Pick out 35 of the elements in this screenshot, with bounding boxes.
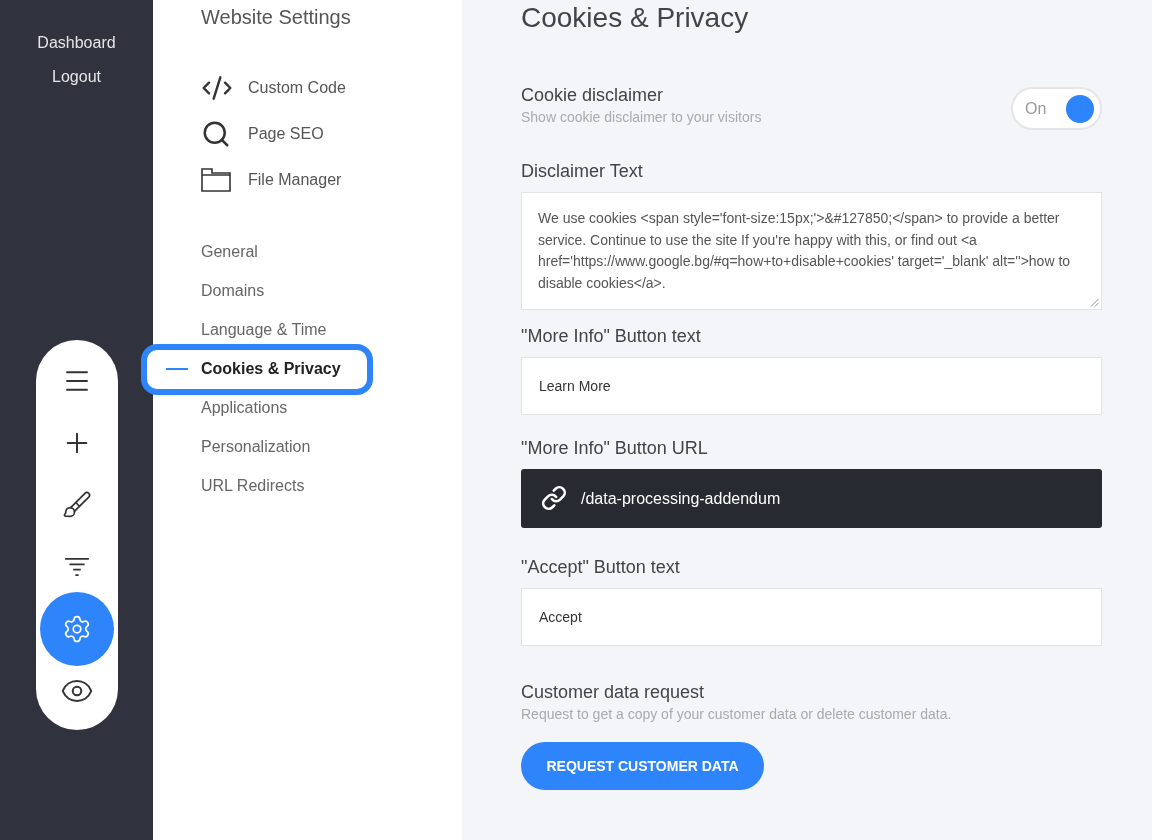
sidebar-link[interactable]: Logout	[52, 65, 101, 89]
text-input-field[interactable]: Accept	[521, 588, 1102, 646]
request-data-button[interactable]: REQUEST CUSTOMER DATA	[521, 742, 764, 790]
text-input-field[interactable]: Learn More	[521, 357, 1102, 415]
panel-title: Website Settings	[201, 5, 352, 30]
search-icon	[201, 119, 231, 149]
settings-nav-item[interactable]: URL Redirects	[201, 473, 305, 499]
settings-nav-item[interactable]: Language & Time	[201, 317, 327, 343]
setting-description: Show cookie disclaimer to your visitors	[521, 108, 762, 127]
filter-icon	[63, 557, 90, 577]
settings-tool-item[interactable]: Custom Code	[201, 65, 346, 111]
setting-description: Request to get a copy of your customer data or delete customer data.	[521, 705, 952, 724]
settings-tool-item[interactable]: Page SEO	[201, 111, 324, 157]
settings-nav-item[interactable]: General	[201, 239, 258, 265]
settings-tool-item[interactable]: File Manager	[201, 157, 342, 203]
folder-icon	[201, 168, 231, 192]
field-label: "More Info" Button text	[521, 325, 702, 348]
page-title: Cookies & Privacy	[521, 1, 750, 35]
setting-label: Customer data request	[521, 681, 705, 704]
dash-icon	[166, 368, 188, 370]
field-label: "Accept" Button text	[521, 556, 681, 579]
link-icon	[541, 485, 567, 511]
settings-nav-item[interactable]: Personalization	[201, 434, 311, 460]
setting-label: Cookie disclaimer	[521, 84, 665, 107]
field-label: Disclaimer Text	[521, 160, 644, 183]
field-label: "More Info" Button URL	[521, 437, 709, 460]
toggle-knob	[1066, 94, 1094, 123]
disclaimer-text-field[interactable]: We use cookies <span style='font-size:15px;'>&#127850;</span> to provide a better service. Continue to use the site If you're happy with this, or find out <a href='https://www.google.bg/#q=how+to+disable+cookies' target='_blank' alt=''>how to disable cookies</a>.	[521, 192, 1102, 310]
resize-handle-icon[interactable]	[1090, 298, 1099, 307]
paintbrush-icon	[61, 490, 92, 520]
settings-nav-item[interactable]: Applications	[201, 395, 288, 421]
settings-nav-item[interactable]: Cookies & Privacy	[141, 343, 373, 395]
url-input-field[interactable]: /data-processing-addendum	[521, 469, 1102, 528]
sidebar-link[interactable]: Dashboard	[37, 31, 116, 55]
settings-nav-item[interactable]: Domains	[201, 278, 265, 304]
